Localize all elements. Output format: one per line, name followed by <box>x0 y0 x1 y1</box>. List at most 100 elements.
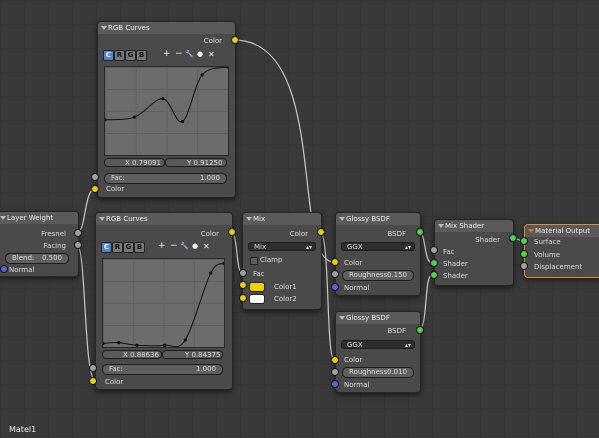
curves-1-fac-field[interactable]: Fac: 1.000 <box>104 173 227 184</box>
mix-blend-dropdown[interactable]: Mix ▴▾ <box>248 242 316 251</box>
curve-control-point[interactable] <box>180 119 185 124</box>
curves-1-delete-point-icon[interactable]: ✕ <box>208 50 215 59</box>
mix-shader-node[interactable]: Mix Shader Shader Fac Shader Shader <box>434 219 514 286</box>
curves-1-x-readout[interactable]: X 0.79091 <box>104 158 165 167</box>
curves-2-zoom-out-icon[interactable]: − <box>170 242 178 251</box>
mix-fac-socket[interactable] <box>239 269 247 277</box>
glossy-1-distribution-dropdown[interactable]: GGX ▴▾ <box>341 242 415 251</box>
curves-1-channel-g[interactable]: G <box>125 50 136 61</box>
dropdown-arrows-icon: ▴▾ <box>404 244 411 251</box>
curve-control-point[interactable] <box>226 67 228 69</box>
curves-1-y-readout[interactable]: Y 0.91250 <box>165 158 227 167</box>
mix-shader-fac-socket[interactable] <box>430 246 438 254</box>
clamp-checkbox[interactable] <box>250 257 258 265</box>
curves-1-input-socket[interactable] <box>91 185 99 193</box>
curves-2-y-readout[interactable]: Y 0.84375 <box>162 350 223 359</box>
mix-output-socket[interactable] <box>317 228 325 236</box>
glossy-1-color-socket[interactable] <box>331 258 339 266</box>
blend-field[interactable]: Blend: 0.500 <box>5 253 69 264</box>
curves-2-fac-field[interactable]: Fac: 1.000 <box>102 364 223 375</box>
curve-control-point[interactable] <box>103 341 105 346</box>
fresnel-output-label: Fresnel <box>41 230 66 238</box>
glossy-2-roughness-socket[interactable] <box>331 368 339 376</box>
fresnel-socket[interactable] <box>74 229 82 237</box>
curve-control-point[interactable] <box>117 341 121 345</box>
glossy-bsdf-node-1[interactable]: Glossy BSDF BSDF GGX ▴▾ Color Roughness:… <box>335 212 421 296</box>
layer-weight-node[interactable]: Layer Weight Fresnel Facing Blend: 0.500… <box>0 211 79 277</box>
mix-node[interactable]: Mix Color Mix ▴▾ Clamp Fac Color1 Color2 <box>242 212 322 310</box>
dropdown-arrows-icon: ▴▾ <box>305 244 312 251</box>
curves-1-fac-socket[interactable] <box>91 173 99 181</box>
color2-swatch[interactable] <box>249 294 265 304</box>
surface-socket[interactable] <box>520 237 528 245</box>
rgb-curves-node-2[interactable]: RGB Curves Color C R G B + − 🔧 ● ✕ X 0.8… <box>95 212 233 390</box>
curve-control-point[interactable] <box>161 97 165 101</box>
facing-socket[interactable] <box>74 241 82 249</box>
glossy-2-title[interactable]: Glossy BSDF <box>336 312 420 324</box>
mix-shader-title[interactable]: Mix Shader <box>435 220 513 232</box>
curves-2-zoom-in-icon[interactable]: + <box>158 242 166 251</box>
curves-1-channel-r[interactable]: R <box>114 50 125 61</box>
curve-control-point[interactable] <box>200 73 204 77</box>
mix-color2-socket[interactable] <box>239 294 247 302</box>
curve-control-point[interactable] <box>105 118 107 122</box>
mix-title[interactable]: Mix <box>243 213 321 225</box>
mix-shader-output-socket[interactable] <box>509 234 517 242</box>
curve-control-point[interactable] <box>163 343 167 347</box>
curve-control-point[interactable] <box>209 271 213 275</box>
curves-2-input-socket[interactable] <box>89 377 97 385</box>
glossy-1-output-socket[interactable] <box>416 228 424 236</box>
material-output-node[interactable]: Material Output Surface Volume Displacem… <box>524 224 599 278</box>
curves-1-zoom-in-icon[interactable]: + <box>163 50 171 59</box>
curves-2-channel-g[interactable]: G <box>123 242 134 253</box>
glossy-1-normal-socket[interactable] <box>331 283 339 291</box>
glossy-2-distribution-dropdown[interactable]: GGX ▴▾ <box>341 340 415 349</box>
glossy-1-color-label: Color <box>344 259 363 267</box>
glossy-bsdf-node-2[interactable]: Glossy BSDF BSDF GGX ▴▾ Color Roughness:… <box>335 311 421 393</box>
curves-2-fac-socket[interactable] <box>89 364 97 372</box>
glossy-2-normal-socket[interactable] <box>331 380 339 388</box>
curves-2-x-readout[interactable]: X 0.88636 <box>102 350 162 359</box>
curves-1-channel-b[interactable]: B <box>136 50 147 61</box>
curve-graph-1[interactable] <box>105 67 228 155</box>
curves-2-tools-wrench-icon[interactable]: 🔧 <box>180 242 189 251</box>
glossy-1-roughness-socket[interactable] <box>331 270 339 278</box>
curves-2-delete-point-icon[interactable]: ✕ <box>203 242 210 251</box>
rgb-curves-node-1[interactable]: RGB Curves Color C R G B + − 🔧 ● ✕ X 0.7… <box>97 21 236 198</box>
curves-1-zoom-out-icon[interactable]: − <box>175 50 183 59</box>
curve-control-point[interactable] <box>135 343 139 347</box>
layer-weight-title[interactable]: Layer Weight <box>0 212 78 224</box>
dropdown-arrows-icon: ▴▾ <box>404 342 411 349</box>
curves-2-channel-r[interactable]: R <box>112 242 123 253</box>
mix-color1-socket[interactable] <box>239 281 247 289</box>
curves-2-channel-b[interactable]: B <box>134 242 145 253</box>
curves-2-channel-c[interactable]: C <box>101 242 112 253</box>
curve-control-point[interactable] <box>183 338 187 342</box>
curve-editor-1[interactable] <box>104 66 229 156</box>
rgb-curves-1-title[interactable]: RGB Curves <box>98 22 235 34</box>
curves-2-output-socket[interactable] <box>228 228 236 236</box>
volume-socket[interactable] <box>520 250 528 258</box>
curve-control-point[interactable] <box>222 261 224 265</box>
curves-2-clipping-icon[interactable]: ● <box>192 242 198 251</box>
color1-swatch[interactable] <box>249 282 265 292</box>
mix-shader-shader1-socket[interactable] <box>430 259 438 267</box>
glossy-1-title[interactable]: Glossy BSDF <box>336 213 420 225</box>
clamp-label: Clamp <box>260 256 283 264</box>
glossy-1-roughness-field[interactable]: Roughness: 0.150 <box>342 270 414 281</box>
curves-1-channel-c[interactable]: C <box>103 50 114 61</box>
curves-1-output-socket[interactable] <box>231 36 239 44</box>
rgb-curves-2-title[interactable]: RGB Curves <box>96 213 232 225</box>
curves-1-clipping-icon[interactable]: ● <box>197 50 203 59</box>
mix-shader-shader2-socket[interactable] <box>430 271 438 279</box>
displacement-socket[interactable] <box>520 262 528 270</box>
glossy-2-roughness-field[interactable]: Roughness: 0.010 <box>342 367 414 378</box>
curve-graph-2[interactable] <box>103 259 224 347</box>
layer-weight-normal-socket[interactable] <box>0 265 8 273</box>
glossy-2-color-socket[interactable] <box>331 356 339 364</box>
curve-control-point[interactable] <box>132 115 137 119</box>
glossy-2-output-socket[interactable] <box>416 326 424 334</box>
curve-editor-2[interactable] <box>102 258 225 348</box>
material-output-title[interactable]: Material Output <box>525 225 599 237</box>
curves-1-tools-wrench-icon[interactable]: 🔧 <box>185 50 194 59</box>
